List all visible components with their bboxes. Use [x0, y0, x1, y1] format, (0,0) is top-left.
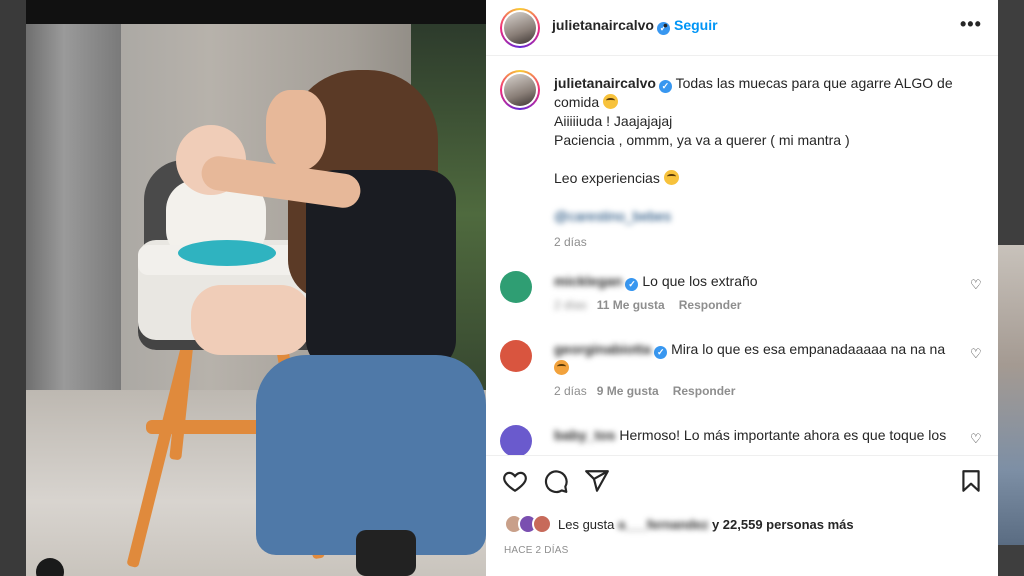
- comment-username[interactable]: micklegan: [554, 273, 622, 289]
- comment-meta: 2 días 9 Me gusta Responder: [554, 384, 735, 398]
- caption-spacer: [554, 188, 974, 207]
- bookmark-icon[interactable]: [958, 468, 984, 494]
- comment-item: micklegan ✓ Lo que los extraño ♡ 2 días 11…: [500, 271, 990, 321]
- comment-icon[interactable]: [543, 468, 569, 494]
- next-post-preview[interactable]: [998, 245, 1024, 545]
- author-username[interactable]: julietanaircalvo: [552, 17, 654, 33]
- comment-reply-button[interactable]: Responder: [679, 298, 742, 312]
- backdrop-left: [0, 0, 26, 576]
- follow-button[interactable]: Seguir: [674, 17, 718, 33]
- heart-icon[interactable]: [502, 468, 528, 494]
- likes-summary: Les gusta a___fernandez y 22,559 persona…: [504, 514, 854, 537]
- comment-avatar[interactable]: [500, 425, 532, 455]
- likes-count-link[interactable]: y 22,559 personas más: [712, 517, 854, 532]
- caption-mention-row: @carestino_bebes: [554, 207, 974, 226]
- image-woman-boot: [356, 530, 416, 576]
- post-actions: Les gusta a___fernandez y 22,559 persona…: [486, 455, 998, 576]
- comment-likes[interactable]: 11 Me gusta: [597, 298, 665, 312]
- caption-text-4: Leo experiencias: [554, 170, 660, 186]
- comment-username[interactable]: georginabiotta: [554, 341, 651, 357]
- comment-reply-button[interactable]: Responder: [673, 384, 736, 398]
- comment-username[interactable]: baby_tos: [554, 427, 615, 443]
- comment-item: georginabiotta ✓ Mira lo que es esa empan…: [500, 340, 990, 400]
- image-bowl: [178, 240, 276, 266]
- likes-user-link[interactable]: a___fernandez: [618, 517, 708, 532]
- post-caption: julietanaircalvo ✓ Todas las muecas para …: [554, 74, 974, 252]
- caption-avatar[interactable]: [500, 70, 540, 110]
- verified-badge-icon: ✓: [654, 346, 668, 359]
- nerd-emoji-icon: [663, 170, 679, 185]
- comment-avatar[interactable]: [500, 271, 532, 303]
- image-fridge: [26, 24, 121, 394]
- comment-text: Hermoso! Lo más importante ahora es que …: [619, 427, 947, 443]
- author-name-row: julietanaircalvo ✓: [552, 17, 670, 35]
- comment-body: georginabiotta ✓ Mira lo que es esa empan…: [554, 340, 950, 378]
- comment-like-heart-icon[interactable]: ♡: [970, 431, 982, 447]
- post-header: julietanaircalvo ✓ • Seguir •••: [486, 0, 998, 56]
- comment-like-heart-icon[interactable]: ♡: [970, 277, 982, 293]
- post-image[interactable]: [26, 0, 486, 576]
- post-panel: julietanaircalvo ✓ • Seguir ••• julietana…: [486, 0, 998, 576]
- caption-meta: 2 días: [554, 232, 974, 252]
- comment-item: baby_tos Hermoso! Lo más importante ahor…: [500, 425, 990, 455]
- comment-text: Mira lo que es esa empanadaaaaa na na na: [671, 341, 946, 357]
- image-top-bar: [26, 0, 486, 24]
- wink-emoji-icon: [603, 94, 619, 109]
- likes-prefix: Les gusta: [558, 516, 615, 532]
- caption-username[interactable]: julietanaircalvo: [554, 75, 656, 91]
- image-baby-legs: [191, 285, 311, 355]
- comment-avatar[interactable]: [500, 340, 532, 372]
- comment-body: baby_tos Hermoso! Lo más importante ahor…: [554, 426, 950, 445]
- image-woman-jeans: [256, 355, 486, 555]
- comment-text: Lo que los extraño: [642, 273, 758, 289]
- comment-time[interactable]: 2 días: [554, 384, 587, 398]
- caption-line-3: Paciencia , ommm, ya va a querer ( mi ma…: [554, 132, 850, 148]
- caption-time[interactable]: 2 días: [554, 235, 587, 249]
- verified-badge-icon: ✓: [625, 278, 639, 291]
- comment-body: micklegan ✓ Lo que los extraño: [554, 272, 950, 291]
- heart-eyes-emoji-icon: [554, 360, 569, 375]
- caption-line-1: julietanaircalvo ✓ Todas las muecas para …: [554, 74, 974, 112]
- caption-line-4: Leo experiencias: [554, 169, 974, 188]
- more-options-icon[interactable]: •••: [960, 14, 982, 35]
- caption-line-2: Aiiiiiuda ! Jaajajajaj: [554, 113, 673, 129]
- image-woman-face: [266, 90, 326, 170]
- comment-likes[interactable]: 9 Me gusta: [597, 384, 659, 398]
- comment-meta: 2 días 11 Me gusta Responder: [554, 298, 741, 312]
- author-avatar[interactable]: [500, 8, 540, 48]
- post-timestamp[interactable]: HACE 2 DÍAS: [504, 545, 568, 556]
- share-icon[interactable]: [584, 468, 610, 494]
- separator-dot: •: [663, 17, 668, 33]
- verified-badge-icon: ✓: [658, 80, 672, 93]
- likers-facepile[interactable]: [504, 514, 552, 537]
- comment-time[interactable]: 2 días: [554, 298, 587, 312]
- caption-spacer: [554, 150, 974, 169]
- caption-mention-link[interactable]: @carestino_bebes: [554, 208, 671, 224]
- comment-like-heart-icon[interactable]: ♡: [970, 346, 982, 362]
